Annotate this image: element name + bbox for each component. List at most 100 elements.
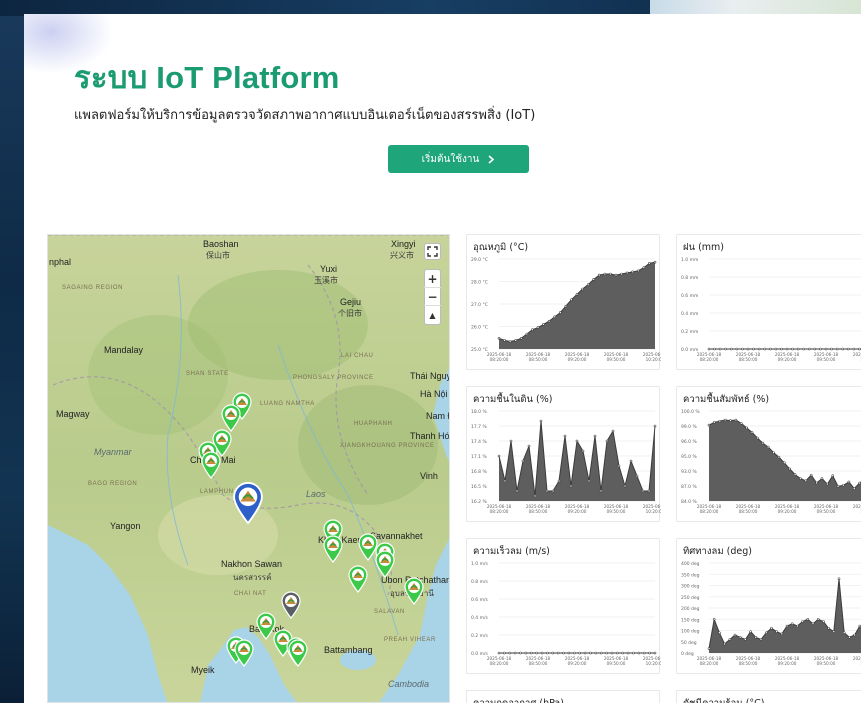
map-label: Myanmar — [94, 447, 132, 457]
series-area — [499, 262, 655, 349]
x-tick-label: 2025-06-1810:20:00 — [643, 656, 661, 666]
data-point — [707, 347, 711, 351]
data-point — [777, 455, 781, 459]
data-point — [547, 319, 551, 323]
station-map[interactable]: Baoshan 保山市 Xingyi 兴义市 Yuxi 玉溪市 Gejiu 个旧… — [47, 234, 450, 703]
data-point — [653, 260, 657, 264]
x-tick-label: 2025-06-18 09:20:00 — [775, 352, 800, 362]
chart-card: ความชื้นในดิน (%) 18.0 % 17.7 % 17.4 % 17.1 … — [466, 386, 661, 522]
data-point — [497, 651, 501, 655]
data-point — [603, 272, 607, 276]
data-point — [846, 347, 850, 351]
station-pin-icon[interactable] — [233, 639, 255, 667]
data-point — [809, 473, 813, 477]
map-label: Battambang — [324, 645, 373, 655]
data-point — [826, 482, 829, 486]
data-point — [733, 633, 737, 637]
data-point — [503, 479, 507, 483]
data-point — [712, 617, 716, 621]
chart-card: อุณหภูมิ (°C) 29.0 °C 28.0 °C 27.0 °C 26.0 °… — [466, 234, 661, 370]
data-point — [563, 434, 567, 438]
data-point — [802, 347, 806, 351]
station-pin-icon[interactable] — [280, 591, 302, 619]
map-label: XIANGKHOUANG PROVINCE — [340, 443, 435, 449]
data-point — [539, 419, 543, 423]
data-point — [819, 347, 822, 351]
data-point — [497, 454, 501, 458]
data-point — [586, 283, 590, 287]
station-pin-icon[interactable] — [374, 550, 396, 578]
data-point — [575, 439, 579, 443]
station-pin-icon[interactable] — [220, 404, 242, 432]
y-tick-label: 50 deg — [681, 640, 697, 646]
data-point — [780, 347, 783, 351]
start-button[interactable]: เริ่มต้นใช้งาน — [388, 145, 529, 173]
x-tick-label: 2025-06-18 08:50:00 — [736, 656, 761, 666]
zoom-out-button[interactable]: − — [424, 288, 441, 306]
map-label: Baoshan — [203, 239, 239, 249]
data-point — [625, 271, 629, 275]
y-tick-label: 0.6 mm — [681, 293, 698, 299]
y-tick-label: 84.0 % — [681, 499, 697, 505]
y-tick-label: 0.0 mm — [681, 347, 698, 353]
station-pin-icon[interactable] — [200, 451, 222, 479]
x-tick-label: 2025-06-18 08:20:00 — [487, 352, 512, 362]
data-point — [583, 651, 587, 655]
map-label: SHAN STATE — [186, 371, 229, 377]
page-title: ระบบ IoT Platform — [74, 60, 340, 95]
station-pin-icon[interactable] — [322, 535, 344, 563]
data-point — [542, 323, 545, 326]
y-tick-label: 100 deg — [681, 629, 700, 635]
data-point — [524, 651, 528, 655]
data-point — [503, 339, 506, 342]
x-tick-label: 2025-06-18 09:20:00 — [775, 656, 800, 666]
data-point — [848, 635, 851, 639]
map-label: HUAPHANH — [354, 421, 393, 427]
data-point — [637, 651, 641, 655]
data-point — [626, 651, 630, 655]
data-point — [822, 620, 825, 623]
data-point — [713, 347, 716, 351]
map-fullscreen-button[interactable] — [424, 243, 441, 260]
data-point — [832, 630, 836, 633]
x-tick-label: 2025-06-1810:2 — [853, 656, 861, 666]
data-point — [847, 480, 851, 484]
data-point — [842, 631, 846, 635]
data-point — [827, 626, 830, 630]
data-point — [535, 651, 538, 655]
map-label: CHAI NAT — [234, 591, 267, 597]
station-pin-icon[interactable] — [231, 481, 265, 525]
data-point — [780, 632, 784, 636]
map-label: 保山市 — [206, 251, 230, 260]
y-tick-label: 200 deg — [681, 606, 700, 612]
station-pin-icon[interactable] — [403, 577, 425, 605]
data-point — [815, 481, 818, 485]
data-point — [718, 631, 721, 635]
data-point — [569, 484, 573, 488]
map-label: นครสวรรค์ — [233, 573, 272, 582]
data-point — [581, 287, 584, 291]
station-pin-icon[interactable] — [347, 565, 369, 593]
chart-title: ความกดอากาศ (hPa) — [473, 696, 564, 703]
map-label: 兴义市 — [390, 251, 414, 260]
data-point — [745, 426, 748, 430]
data-point — [592, 278, 596, 281]
data-point — [806, 617, 810, 621]
data-point — [772, 451, 775, 454]
data-point — [605, 651, 608, 655]
data-point — [508, 651, 512, 655]
map-label: 个旧市 — [338, 309, 362, 318]
map-label: Myeik — [191, 665, 215, 675]
data-point — [581, 449, 585, 453]
start-button-label: เริ่มต้นใช้งาน — [421, 153, 480, 165]
x-tick-label: 2025-06-18 08:50:00 — [526, 656, 551, 666]
map-label: LUANG NAMTHA — [260, 401, 315, 407]
north-icon[interactable]: ▲ — [424, 306, 441, 324]
zoom-in-button[interactable]: + — [424, 270, 441, 288]
x-tick-label: 2025-06-18 09:50:00 — [814, 352, 839, 362]
map-label: Thanh Hó — [410, 431, 450, 441]
data-point — [609, 272, 612, 276]
x-tick-label: 2025-06-18 08:20:00 — [697, 352, 722, 362]
station-pin-icon[interactable] — [287, 639, 309, 667]
x-tick-label: 2025-06-18 08:20:00 — [487, 656, 512, 666]
